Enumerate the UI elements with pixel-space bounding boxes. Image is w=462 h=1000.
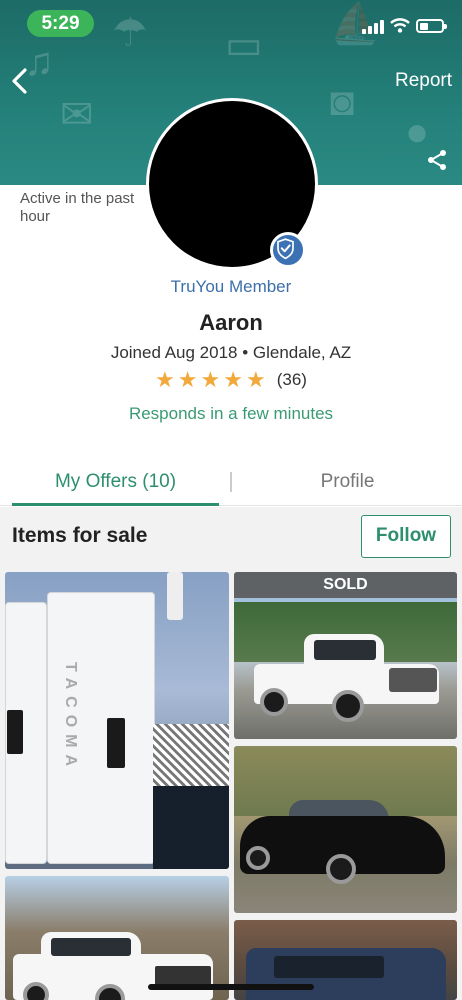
- verified-badge-icon: [270, 232, 306, 268]
- sold-banner: SOLD: [234, 572, 457, 598]
- profile-tabs: My Offers (10) Profile: [0, 462, 462, 506]
- home-indicator[interactable]: [148, 984, 314, 990]
- joined-info: Joined Aug 2018 • Glendale, AZ: [110, 343, 352, 362]
- star-icon: ★: [223, 367, 243, 392]
- tab-profile[interactable]: Profile: [235, 462, 460, 506]
- wheel: [246, 846, 270, 870]
- listing-card-chevy[interactable]: [5, 876, 229, 1000]
- star-icon: ★: [200, 367, 221, 392]
- user-name: Aaron: [199, 310, 263, 335]
- lattice: [153, 724, 229, 786]
- wifi-icon: [390, 18, 410, 33]
- star-icon: ★: [177, 367, 198, 392]
- truck-grille: [155, 966, 211, 986]
- spray-bottle: [167, 572, 183, 620]
- star-icon: ★: [155, 367, 175, 392]
- listing-card-nissan[interactable]: [234, 746, 457, 913]
- share-icon[interactable]: [425, 148, 449, 172]
- camera-icon: ◙: [330, 80, 355, 124]
- status-bar: 5:29: [0, 0, 462, 46]
- battery-icon: [416, 19, 447, 33]
- star-icon: ★: [245, 367, 266, 392]
- tailgate-lettering: TACOMA: [62, 662, 79, 774]
- tab-divider: [230, 472, 232, 492]
- listing-card-ram[interactable]: SOLD: [234, 572, 457, 739]
- tab-my-offers[interactable]: My Offers (10): [12, 462, 219, 506]
- section-title: Items for sale: [12, 524, 148, 547]
- rating[interactable]: ★ ★ ★ ★ ★ (36): [0, 369, 462, 391]
- listing-card-tailgate[interactable]: TACOMA: [5, 572, 229, 869]
- truck-window: [274, 956, 384, 978]
- truck-grille: [389, 668, 437, 692]
- mail-icon: ✉: [60, 93, 94, 137]
- ground: [153, 786, 229, 869]
- wheel: [332, 690, 364, 722]
- activity-status: Active in the past hour: [20, 190, 135, 225]
- wheel: [326, 854, 356, 884]
- rating-count: (36): [276, 370, 307, 389]
- back-arrow-icon[interactable]: [8, 64, 36, 98]
- follow-button[interactable]: Follow: [361, 515, 451, 558]
- status-time: 5:29: [27, 10, 94, 37]
- response-time: Responds in a few minutes: [128, 404, 334, 423]
- wheel: [260, 688, 288, 716]
- tailgate-handle: [107, 718, 125, 768]
- tailgate-handle: [7, 710, 23, 754]
- signal-icon: [362, 20, 384, 34]
- truck-window: [51, 938, 131, 956]
- truyou-member-link[interactable]: TruYou Member: [0, 277, 462, 297]
- truck-window: [314, 640, 376, 660]
- report-button[interactable]: Report: [372, 70, 452, 96]
